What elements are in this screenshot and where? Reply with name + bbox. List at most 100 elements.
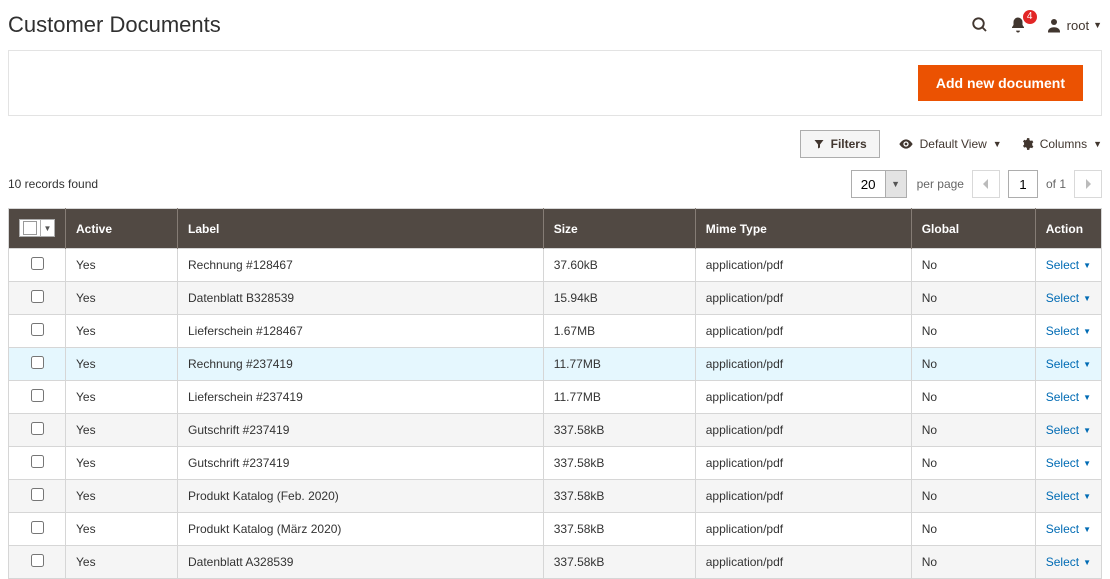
row-checkbox[interactable] (31, 290, 44, 303)
cell-mime: application/pdf (695, 546, 911, 579)
row-checkbox[interactable] (31, 488, 44, 501)
cell-global: No (911, 447, 1035, 480)
cell-active: Yes (66, 315, 178, 348)
cell-size: 15.94kB (543, 282, 695, 315)
cell-global: No (911, 513, 1035, 546)
paging-controls: ▼ per page of 1 (851, 170, 1102, 198)
caret-down-icon: ▼ (1093, 139, 1102, 149)
cell-active: Yes (66, 546, 178, 579)
caret-down-icon: ▼ (1083, 492, 1091, 501)
chevron-left-icon (982, 179, 990, 189)
select-dropdown[interactable]: ▼ (40, 220, 54, 236)
caret-down-icon: ▼ (1083, 558, 1091, 567)
cell-label: Lieferschein #128467 (178, 315, 544, 348)
row-action-select[interactable]: Select ▼ (1046, 555, 1091, 569)
prev-page-button[interactable] (972, 170, 1000, 198)
funnel-icon (813, 138, 825, 150)
row-checkbox[interactable] (31, 257, 44, 270)
listing-top: 10 records found ▼ per page of 1 (8, 164, 1102, 208)
table-row: YesProdukt Katalog (Feb. 2020)337.58kBap… (9, 480, 1102, 513)
row-checkbox[interactable] (31, 554, 44, 567)
cell-mime: application/pdf (695, 315, 911, 348)
default-view-button[interactable]: Default View ▼ (898, 136, 1002, 152)
col-header-checkbox[interactable]: ▼ (9, 209, 66, 249)
notifications-button[interactable]: 4 (1007, 14, 1029, 36)
cell-size: 1.67MB (543, 315, 695, 348)
page-of-label: of 1 (1046, 177, 1066, 191)
row-checkbox[interactable] (31, 389, 44, 402)
row-action-select[interactable]: Select ▼ (1046, 324, 1091, 338)
table-row: YesLieferschein #23741911.77MBapplicatio… (9, 381, 1102, 414)
gear-icon (1020, 137, 1034, 151)
action-bar: Add new document (8, 50, 1102, 116)
cell-global: No (911, 414, 1035, 447)
cell-active: Yes (66, 513, 178, 546)
cell-label: Produkt Katalog (März 2020) (178, 513, 544, 546)
cell-mime: application/pdf (695, 414, 911, 447)
row-action-select[interactable]: Select ▼ (1046, 390, 1091, 404)
row-checkbox[interactable] (31, 422, 44, 435)
cell-active: Yes (66, 348, 178, 381)
cell-size: 337.58kB (543, 480, 695, 513)
cell-global: No (911, 315, 1035, 348)
cell-size: 337.58kB (543, 513, 695, 546)
page-input[interactable] (1008, 170, 1038, 198)
page-title: Customer Documents (8, 12, 221, 38)
caret-down-icon: ▼ (1083, 294, 1091, 303)
table-row: YesRechnung #23741911.77MBapplication/pd… (9, 348, 1102, 381)
table-row: YesRechnung #12846737.60kBapplication/pd… (9, 249, 1102, 282)
col-header-size[interactable]: Size (543, 209, 695, 249)
cell-label: Rechnung #237419 (178, 348, 544, 381)
caret-down-icon: ▼ (1083, 426, 1091, 435)
page-header: Customer Documents 4 root ▼ (8, 6, 1102, 50)
table-row: YesDatenblatt A328539337.58kBapplication… (9, 546, 1102, 579)
col-header-global[interactable]: Global (911, 209, 1035, 249)
next-page-button[interactable] (1074, 170, 1102, 198)
per-page: ▼ per page (851, 170, 964, 198)
search-icon[interactable] (969, 14, 991, 36)
row-checkbox[interactable] (31, 455, 44, 468)
cell-mime: application/pdf (695, 513, 911, 546)
cell-active: Yes (66, 381, 178, 414)
cell-active: Yes (66, 414, 178, 447)
per-page-input[interactable] (851, 170, 885, 198)
chevron-right-icon (1084, 179, 1092, 189)
caret-down-icon: ▼ (1083, 459, 1091, 468)
row-action-select[interactable]: Select ▼ (1046, 291, 1091, 305)
cell-mime: application/pdf (695, 447, 911, 480)
row-checkbox[interactable] (31, 521, 44, 534)
row-action-select[interactable]: Select ▼ (1046, 522, 1091, 536)
columns-label: Columns (1040, 137, 1087, 151)
col-header-active[interactable]: Active (66, 209, 178, 249)
cell-active: Yes (66, 282, 178, 315)
per-page-dropdown[interactable]: ▼ (885, 170, 907, 198)
row-action-select[interactable]: Select ▼ (1046, 258, 1091, 272)
user-menu[interactable]: root ▼ (1045, 16, 1102, 34)
cell-active: Yes (66, 447, 178, 480)
table-row: YesGutschrift #237419337.58kBapplication… (9, 447, 1102, 480)
cell-label: Datenblatt A328539 (178, 546, 544, 579)
default-view-label: Default View (920, 137, 987, 151)
row-action-select[interactable]: Select ▼ (1046, 357, 1091, 371)
row-action-select[interactable]: Select ▼ (1046, 489, 1091, 503)
user-icon (1045, 16, 1063, 34)
row-checkbox[interactable] (31, 356, 44, 369)
col-header-label[interactable]: Label (178, 209, 544, 249)
col-header-action: Action (1035, 209, 1101, 249)
cell-label: Datenblatt B328539 (178, 282, 544, 315)
columns-button[interactable]: Columns ▼ (1020, 137, 1102, 151)
filters-label: Filters (831, 137, 867, 151)
caret-down-icon: ▼ (1083, 360, 1091, 369)
table-header-row: ▼ Active Label Size Mime Type Global Act… (9, 209, 1102, 249)
cell-mime: application/pdf (695, 381, 911, 414)
select-all-checkbox[interactable] (23, 221, 37, 235)
col-header-mime[interactable]: Mime Type (695, 209, 911, 249)
add-new-document-button[interactable]: Add new document (918, 65, 1083, 101)
records-found: 10 records found (8, 177, 98, 191)
filters-button[interactable]: Filters (800, 130, 880, 158)
row-action-select[interactable]: Select ▼ (1046, 456, 1091, 470)
eye-icon (898, 136, 914, 152)
cell-label: Lieferschein #237419 (178, 381, 544, 414)
row-checkbox[interactable] (31, 323, 44, 336)
row-action-select[interactable]: Select ▼ (1046, 423, 1091, 437)
